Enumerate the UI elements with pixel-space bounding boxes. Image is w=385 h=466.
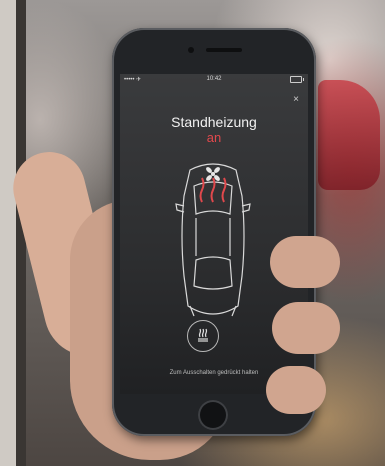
page-title: Standheizung	[171, 114, 257, 130]
status-bar: ••••• ✈ 10:42	[120, 74, 308, 84]
heater-toggle-button[interactable]	[187, 320, 219, 352]
hand-finger	[266, 366, 326, 414]
background-wall	[0, 0, 16, 466]
battery-icon	[290, 76, 304, 83]
heater-status: an	[206, 130, 222, 145]
status-time: 10:42	[206, 76, 222, 82]
earpiece-speaker	[206, 48, 242, 52]
close-icon[interactable]: ×	[290, 94, 302, 106]
hand-finger	[270, 236, 340, 288]
car-topview-icon	[175, 163, 251, 317]
front-camera	[188, 47, 194, 53]
home-button[interactable]	[198, 400, 228, 430]
car-taillight	[318, 80, 380, 190]
heater-icon	[198, 328, 208, 342]
hand-finger	[272, 302, 340, 354]
